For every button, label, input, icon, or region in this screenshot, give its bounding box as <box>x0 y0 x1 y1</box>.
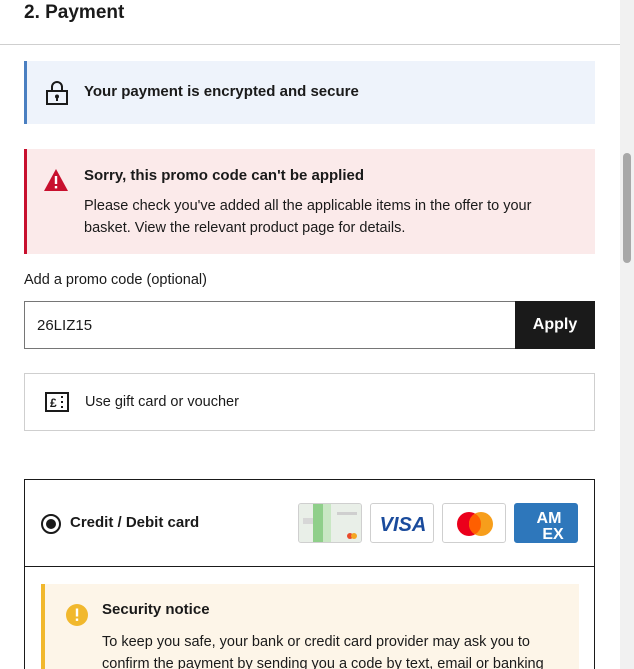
apply-promo-button[interactable]: Apply <box>515 301 595 349</box>
security-notice-heading: Security notice <box>102 601 210 618</box>
credit-debit-radio[interactable] <box>41 514 61 534</box>
svg-text:EX: EX <box>542 526 564 543</box>
card-panel-divider <box>25 566 594 567</box>
promo-code-input[interactable] <box>24 301 516 349</box>
visa-logo: VISA <box>370 503 434 543</box>
mastercard-logo <box>442 503 506 543</box>
secure-payment-banner: Your payment is encrypted and secure <box>24 61 595 124</box>
credit-debit-label[interactable]: Credit / Debit card <box>70 514 199 531</box>
gift-card-voucher-option[interactable]: £ Use gift card or voucher <box>24 373 595 431</box>
amex-logo: AM EX <box>514 503 578 543</box>
scrollbar-thumb[interactable] <box>623 153 631 263</box>
warning-triangle-icon <box>43 168 69 192</box>
security-notice: Security notice To keep you safe, your b… <box>41 584 579 669</box>
promo-code-label: Add a promo code (optional) <box>24 272 207 288</box>
svg-text:AM: AM <box>537 510 562 527</box>
error-body: Please check you've added all the applic… <box>84 198 532 236</box>
gift-card-label: Use gift card or voucher <box>85 394 239 410</box>
security-notice-body: To keep you safe, your bank or credit ca… <box>102 634 544 669</box>
page-title: 2. Payment <box>24 2 125 23</box>
secure-payment-text: Your payment is encrypted and secure <box>84 83 359 100</box>
svg-text:VISA: VISA <box>380 514 427 536</box>
promo-error-banner: Sorry, this promo code can't be applied … <box>24 149 595 254</box>
card-payment-panel: Credit / Debit card VISA AM EX Security … <box>24 479 595 669</box>
svg-text:£: £ <box>50 396 57 410</box>
generic-card-logo <box>298 503 362 543</box>
scrollbar-track[interactable] <box>620 0 634 669</box>
padlock-icon <box>45 80 69 106</box>
exclamation-circle-icon <box>65 603 89 627</box>
error-heading: Sorry, this promo code can't be applied <box>84 167 365 184</box>
title-divider <box>0 44 620 45</box>
gift-card-pound-icon: £ <box>45 392 69 412</box>
